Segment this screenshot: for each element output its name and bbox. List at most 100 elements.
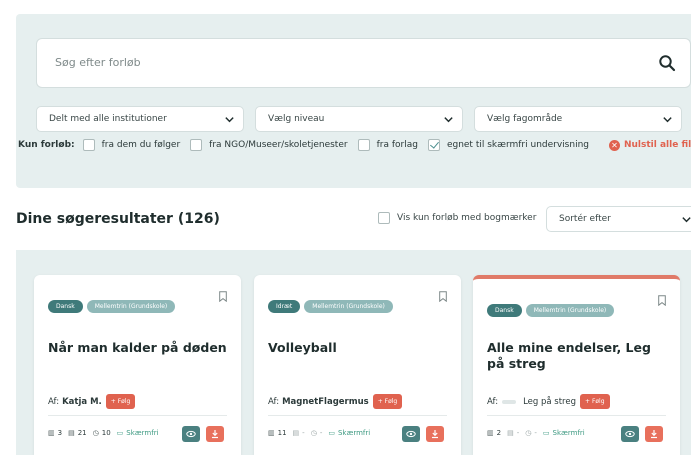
chevron-down-icon bbox=[663, 117, 672, 123]
materials-icon: ▤ bbox=[507, 429, 514, 437]
results-panel: Dansk Mellemtrin (Grundskole) Når man ka… bbox=[16, 250, 691, 455]
filter-checkbox-publisher[interactable] bbox=[357, 139, 370, 151]
screenfree-label: Skærmfri bbox=[126, 429, 159, 437]
card-divider bbox=[268, 415, 447, 416]
filter-lead-label: Kun forløb: bbox=[18, 140, 75, 150]
clock-icon: ◷ bbox=[92, 429, 99, 437]
download-button[interactable] bbox=[426, 426, 444, 442]
chevron-down-icon bbox=[225, 117, 234, 123]
follow-button[interactable]: + Følg bbox=[580, 394, 610, 409]
level-tag[interactable]: Mellemtrin (Grundskole) bbox=[525, 304, 615, 317]
filter-label-following[interactable]: fra dem du følger bbox=[102, 140, 181, 150]
duration-value: 10 bbox=[101, 429, 111, 437]
screenfree-label: Skærmfri bbox=[337, 429, 371, 437]
chevron-down-icon bbox=[682, 217, 691, 223]
author-avatar-placeholder bbox=[502, 399, 517, 404]
institutions-select[interactable]: Delt med alle institutioner bbox=[36, 106, 244, 132]
card-meta: ▥ 3 ▤ 21 ◷ 10 ▭ Skærmfri bbox=[48, 429, 159, 437]
card-title[interactable]: Når man kalder på døden bbox=[48, 340, 228, 356]
subject-area-select-value: Vælg fagområde bbox=[487, 114, 563, 124]
card-author: Af: Leg på streg + Følg bbox=[487, 394, 610, 409]
follow-label: Følg bbox=[117, 398, 131, 405]
download-icon bbox=[432, 430, 438, 439]
download-button[interactable] bbox=[645, 426, 663, 442]
bookmark-only-toggle[interactable]: Vis kun forløb med bogmærker bbox=[378, 212, 536, 224]
download-icon bbox=[212, 430, 218, 439]
author-name[interactable]: Katja M. bbox=[62, 397, 102, 407]
screenfree-label: Skærmfri bbox=[552, 429, 585, 437]
card-author: Af: Katja M. + Følg bbox=[48, 394, 136, 409]
follow-label: Følg bbox=[591, 398, 605, 405]
author-name[interactable]: Leg på streg bbox=[523, 397, 576, 407]
chevron-down-icon bbox=[444, 117, 453, 123]
search-input[interactable]: Søg efter forløb bbox=[36, 38, 691, 88]
filter-label-ngo[interactable]: fra NGO/Museer/skoletjenester bbox=[209, 140, 347, 150]
filter-panel: Søg efter forløb Delt med alle instituti… bbox=[16, 14, 691, 188]
eye-icon bbox=[406, 430, 416, 438]
duration-value: - bbox=[319, 429, 323, 437]
results-heading: Dine søgeresultater (126) bbox=[16, 211, 220, 227]
sort-select[interactable]: Sortér efter bbox=[546, 206, 691, 232]
search-placeholder: Søg efter forløb bbox=[55, 56, 141, 69]
filter-label-publisher[interactable]: fra forlag bbox=[377, 140, 418, 150]
card-tags: Dansk Mellemtrin (Grundskole) bbox=[487, 304, 618, 317]
lessons-count: 11 bbox=[277, 429, 287, 437]
follow-label: Følg bbox=[384, 398, 398, 405]
preview-button[interactable] bbox=[621, 426, 639, 442]
sort-select-value: Sortér efter bbox=[559, 214, 611, 224]
filter-checkbox-ngo[interactable] bbox=[190, 139, 203, 151]
materials-count: - bbox=[302, 429, 305, 437]
course-card[interactable]: Idræt Mellemtrin (Grundskole) Volleyball… bbox=[254, 275, 461, 455]
subject-tag[interactable]: Idræt bbox=[268, 300, 301, 313]
bookmark-only-label: Vis kun forløb med bogmærker bbox=[397, 213, 537, 223]
card-meta: ▥ 11 ▤ - ◷ - ▭ Skærmfri bbox=[268, 429, 370, 437]
bookmark-only-checkbox[interactable] bbox=[378, 212, 390, 224]
materials-count: 21 bbox=[77, 429, 87, 437]
institutions-select-value: Delt med alle institutioner bbox=[49, 114, 167, 124]
follow-button[interactable]: + Følg bbox=[105, 394, 136, 409]
author-name[interactable]: MagnetFlagermus bbox=[282, 397, 369, 407]
eye-icon bbox=[625, 430, 635, 438]
lessons-count: 3 bbox=[57, 429, 63, 437]
lessons-icon: ▥ bbox=[487, 429, 494, 437]
materials-count: - bbox=[516, 429, 520, 437]
level-select[interactable]: Vælg niveau bbox=[255, 106, 463, 132]
search-icon[interactable] bbox=[658, 54, 676, 72]
card-title[interactable]: Alle mine endelser, Leg på streg bbox=[487, 340, 667, 372]
subject-tag[interactable]: Dansk bbox=[48, 300, 83, 313]
level-select-value: Vælg niveau bbox=[268, 114, 325, 124]
close-icon: ✕ bbox=[608, 139, 620, 151]
filter-checkbox-following[interactable] bbox=[82, 139, 95, 151]
card-title[interactable]: Volleyball bbox=[268, 340, 448, 356]
materials-icon: ▤ bbox=[292, 429, 300, 437]
filter-label-screenfree[interactable]: egnet til skærmfri undervisning bbox=[447, 140, 589, 150]
download-button[interactable] bbox=[206, 426, 224, 442]
bookmark-icon[interactable] bbox=[219, 291, 227, 302]
lessons-icon: ▥ bbox=[48, 429, 55, 437]
preview-button[interactable] bbox=[402, 426, 420, 442]
course-card[interactable]: Dansk Mellemtrin (Grundskole) Alle mine … bbox=[473, 275, 680, 455]
preview-button[interactable] bbox=[182, 426, 200, 442]
subject-tag[interactable]: Dansk bbox=[487, 304, 522, 317]
card-meta: ▥ 2 ▤ - ◷ - ▭ Skærmfri bbox=[487, 429, 585, 437]
follow-button[interactable]: + Følg bbox=[372, 394, 403, 409]
reset-filters-button[interactable]: ✕ Nulstil alle filtre bbox=[608, 139, 691, 151]
level-tag[interactable]: Mellemtrin (Grundskole) bbox=[86, 300, 176, 313]
card-author: Af: MagnetFlagermus + Følg bbox=[268, 394, 403, 409]
level-tag[interactable]: Mellemtrin (Grundskole) bbox=[304, 300, 393, 313]
card-tags: Dansk Mellemtrin (Grundskole) bbox=[48, 300, 179, 313]
bookmark-icon[interactable] bbox=[658, 295, 666, 306]
materials-icon: ▤ bbox=[68, 429, 75, 437]
subject-area-select[interactable]: Vælg fagområde bbox=[474, 106, 682, 132]
filter-options-row: Kun forløb: fra dem du følger fra NGO/Mu… bbox=[18, 137, 691, 153]
bookmark-icon[interactable] bbox=[439, 291, 447, 302]
filter-checkbox-screenfree[interactable] bbox=[427, 139, 440, 151]
author-prefix: Af: bbox=[48, 396, 60, 407]
reset-filters-label: Nulstil alle filtre bbox=[623, 140, 691, 150]
card-divider bbox=[48, 415, 227, 416]
card-tags: Idræt Mellemtrin (Grundskole) bbox=[268, 300, 397, 313]
clock-icon: ◷ bbox=[525, 429, 532, 437]
page: Søg efter forløb Delt med alle instituti… bbox=[0, 0, 691, 455]
author-prefix: Af: bbox=[487, 396, 499, 407]
course-card[interactable]: Dansk Mellemtrin (Grundskole) Når man ka… bbox=[34, 275, 241, 455]
